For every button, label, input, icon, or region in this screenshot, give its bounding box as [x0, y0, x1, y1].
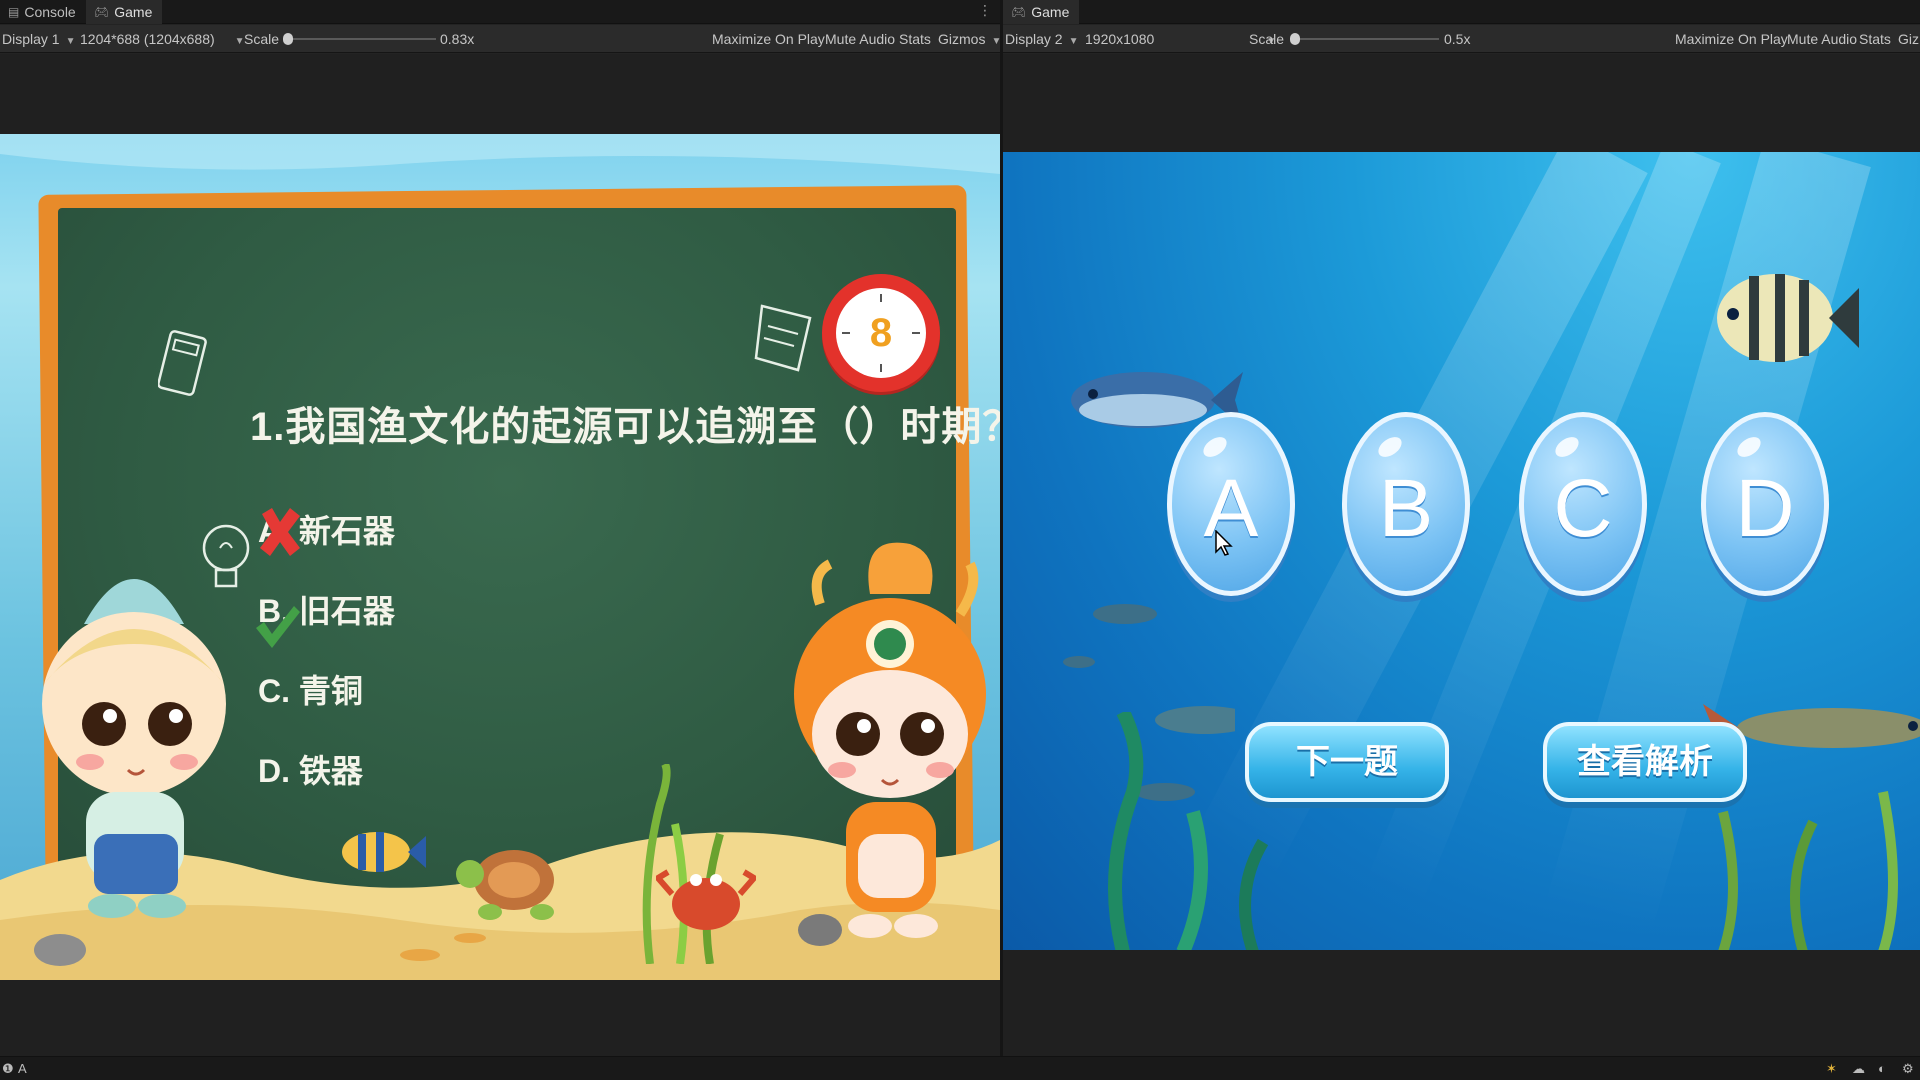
answer-letter: A [1203, 463, 1259, 554]
stats-toggle[interactable]: Stats [1859, 25, 1891, 53]
build-icon[interactable]: ✶ [1826, 1057, 1837, 1080]
unity-editor: ▤ Console 🎮︎ Game ⋮ Display 1 ▼ 1204*688 … [0, 0, 1920, 1080]
answer-letter: C [1553, 463, 1613, 554]
scale-slider-thumb[interactable] [283, 33, 293, 45]
bubble: B [1342, 412, 1470, 596]
dropdown-arrow-icon: ▼ [1068, 36, 1079, 47]
next-question-button[interactable]: 下一题 [1245, 722, 1449, 802]
account-icon[interactable]: ◐ [1878, 1057, 1886, 1080]
crab-icon [656, 869, 756, 930]
scale-value: 0.83x [440, 31, 475, 47]
answer-letter: D [1735, 463, 1795, 554]
timer-value: 8 [869, 311, 893, 355]
more-options-icon[interactable]: ⋮ [978, 2, 992, 19]
status-bar: ❶ A ✶ ☁ ◐ ⚙ [0, 1056, 1920, 1080]
question-text: 1.我国渔文化的起源可以追溯至（）时期？ [250, 405, 1000, 449]
gizmos-toggle[interactable]: Giz [1898, 25, 1919, 53]
mouse-cursor-icon [1215, 530, 1233, 556]
scale-slider-track[interactable] [288, 38, 436, 40]
resolution-dropdown[interactable]: 1204*688 (1204x688) ▼ [80, 25, 245, 53]
left-game-toolbar: Display 1 ▼ 1204*688 (1204x688) ▼ Scale 0.… [0, 25, 1000, 53]
scale-label: Scale [1249, 31, 1285, 47]
timer-face: 8 [836, 288, 926, 378]
bubble: D [1701, 412, 1829, 596]
striped-fish-icon [342, 832, 426, 872]
answer-game-view: A B C D 下一题 查看解析 [1003, 152, 1920, 950]
display-label: Display 1 [2, 31, 60, 47]
answer-b-button[interactable]: B [1336, 406, 1476, 602]
console-icon: ▤ [8, 5, 20, 19]
quiz-game-view: 8 1.我国渔文化的起源可以追溯至（）时期？ A. 新石器 B. 旧石器 C. … [0, 134, 1000, 980]
mascot-blue-character [42, 579, 226, 918]
display-dropdown[interactable]: Display 2 ▼ [1005, 25, 1079, 53]
calculator-doodle-icon [158, 330, 207, 396]
right-game-toolbar: Display 2 ▼ 1920x1080 ▼ Scale 0.5x Maximiz… [1003, 25, 1920, 53]
gizmos-toggle[interactable]: Gizmos ▼ [938, 25, 1000, 53]
tab-game[interactable]: 🎮︎ Game [86, 0, 163, 24]
answer-c-button[interactable]: C [1513, 406, 1653, 602]
countdown-timer: 8 [822, 274, 940, 392]
turtle-icon [456, 850, 554, 920]
gizmos-label: Gizmos [938, 31, 986, 47]
tab-label: Console [24, 4, 76, 20]
wrong-cross-icon [260, 508, 300, 556]
bubble: C [1519, 412, 1647, 596]
option-d[interactable]: D. 铁器 [258, 746, 363, 792]
left-tabbar: ▤ Console 🎮︎ Game ⋮ [0, 0, 1000, 24]
dropdown-arrow-icon: ▼ [991, 36, 1000, 47]
paper-doodle-icon [754, 304, 812, 372]
scale-value: 0.5x [1444, 31, 1471, 47]
resolution-label: 1204*688 (1204x688) [80, 31, 215, 47]
tab-game[interactable]: 🎮︎ Game [1003, 0, 1080, 24]
dropdown-arrow-icon: ▼ [65, 36, 76, 47]
settings-icon[interactable]: ⚙ [1902, 1057, 1914, 1080]
option-c[interactable]: C. 青铜 [258, 666, 363, 712]
tab-label: Game [1031, 4, 1070, 20]
maximize-on-play-toggle[interactable]: Maximize On Play [1675, 25, 1788, 53]
collab-icon[interactable]: ☁ [1852, 1057, 1865, 1080]
display-label: Display 2 [1005, 31, 1063, 47]
mascot-orange-character [794, 542, 986, 938]
resolution-label: 1920x1080 [1085, 31, 1155, 47]
mute-audio-toggle[interactable]: Mute Audio [1787, 25, 1857, 53]
display-dropdown[interactable]: Display 1 ▼ [2, 25, 76, 53]
scale-slider-track[interactable] [1295, 38, 1439, 40]
resolution-dropdown[interactable]: 1920x1080 ▼ [1085, 25, 1276, 53]
gamepad-icon: 🎮︎ [1011, 5, 1027, 19]
answer-a-button[interactable]: A [1161, 406, 1301, 602]
view-analysis-button[interactable]: 查看解析 [1543, 722, 1747, 802]
bubble: A [1167, 412, 1295, 596]
info-icon: ❶ [2, 1061, 14, 1076]
answer-letter: B [1378, 463, 1434, 554]
mute-audio-toggle[interactable]: Mute Audio [825, 25, 895, 53]
scale-slider-thumb[interactable] [1290, 33, 1300, 45]
correct-check-icon [256, 606, 300, 648]
right-tabbar: 🎮︎ Game [1003, 0, 1920, 24]
gamepad-icon: 🎮︎ [94, 5, 110, 19]
striped-fish-icon [1717, 274, 1859, 362]
status-text: A [18, 1061, 27, 1076]
answer-d-button[interactable]: D [1695, 406, 1835, 602]
scale-label: Scale [244, 31, 280, 47]
tab-console[interactable]: ▤ Console [0, 0, 86, 24]
maximize-on-play-toggle[interactable]: Maximize On Play [712, 25, 825, 53]
stats-toggle[interactable]: Stats [899, 25, 931, 53]
tab-label: Game [114, 4, 153, 20]
